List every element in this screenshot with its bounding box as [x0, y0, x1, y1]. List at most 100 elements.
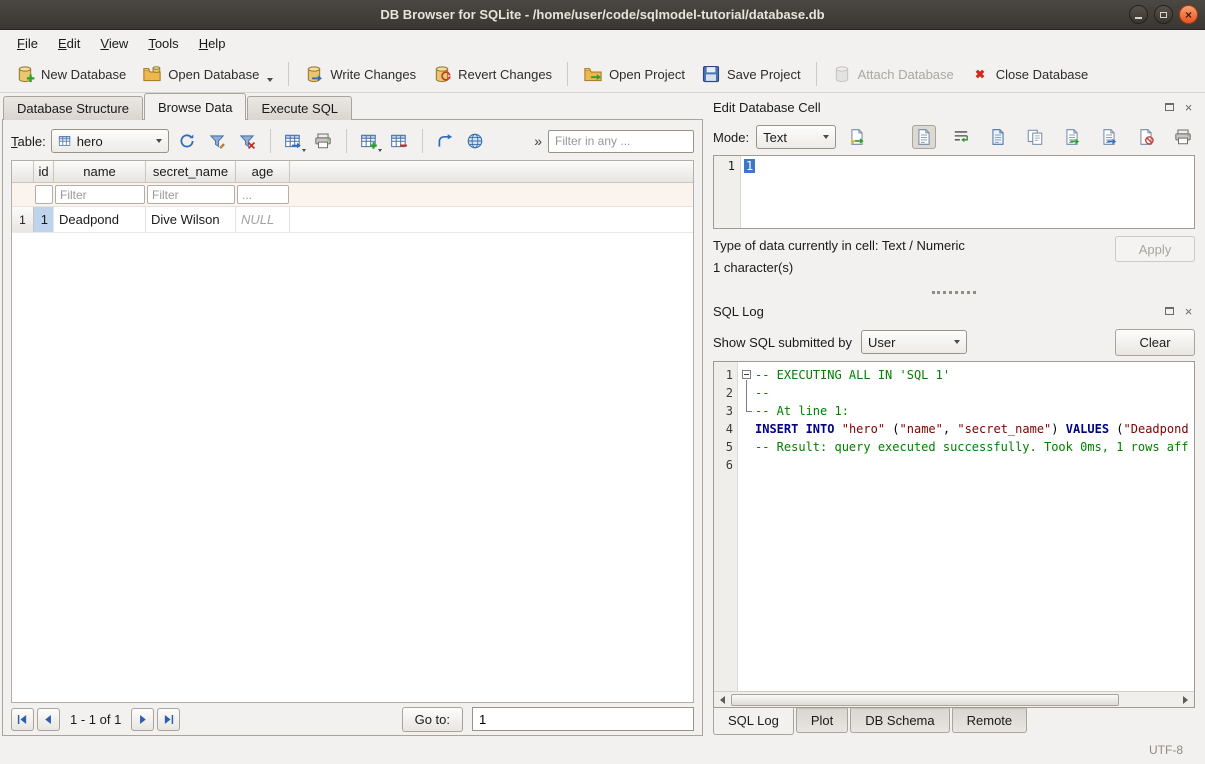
dock-tab-remote[interactable]: Remote — [952, 708, 1028, 733]
column-header-secret-name[interactable]: secret_name — [146, 161, 236, 182]
export-data-button[interactable] — [1097, 125, 1121, 149]
column-header-id[interactable]: id — [34, 161, 54, 182]
dock-tab-db-schema[interactable]: DB Schema — [850, 708, 949, 733]
close-dock-icon[interactable]: × — [1182, 101, 1195, 114]
encoding-button[interactable] — [462, 129, 489, 154]
grid-corner-button[interactable] — [12, 161, 34, 182]
edit-cell-toolbar: Mode: Text — [713, 119, 1195, 155]
clear-filters-button[interactable] — [234, 129, 261, 154]
fold-marker[interactable] — [738, 366, 755, 384]
log-horizontal-scrollbar[interactable] — [714, 691, 1194, 707]
import-data-icon — [1063, 128, 1081, 146]
next-record-button[interactable] — [131, 708, 154, 731]
export-table-button[interactable] — [280, 129, 307, 154]
menu-view[interactable]: View — [91, 32, 137, 55]
log-line-text: -- Result: query executed successfully. … — [755, 438, 1188, 456]
goto-button[interactable]: Go to: — [402, 707, 463, 732]
word-wrap-button[interactable] — [949, 125, 973, 149]
cell-id[interactable]: 1 — [34, 207, 54, 232]
close-window-button[interactable]: × — [1179, 5, 1198, 24]
column-header-age[interactable]: age — [236, 161, 290, 182]
print-button[interactable] — [310, 129, 337, 154]
dock-tab-sql-log[interactable]: SQL Log — [713, 708, 794, 735]
tab-database-structure[interactable]: Database Structure — [3, 96, 143, 120]
menu-file[interactable]: File — [8, 32, 47, 55]
table-row[interactable]: 11DeadpondDive WilsonNULL — [12, 207, 693, 233]
scroll-right-button[interactable] — [1178, 693, 1193, 707]
text-mode-button[interactable] — [912, 125, 936, 149]
new-database-button[interactable]: New Database — [8, 60, 133, 88]
mode-select[interactable]: Text — [756, 125, 836, 149]
first-record-button[interactable] — [11, 708, 34, 731]
column-filter-input-name[interactable] — [55, 185, 145, 204]
delete-record-button[interactable] — [386, 129, 413, 154]
sql-log-view[interactable]: 1-- EXECUTING ALL IN 'SQL 1'2--3-- At li… — [713, 361, 1195, 708]
copy-button[interactable] — [1023, 125, 1047, 149]
sql-log-line: 5-- Result: query executed successfully.… — [714, 438, 1194, 456]
write-changes-button[interactable]: Write Changes — [297, 60, 423, 88]
import-data-button[interactable] — [1060, 125, 1084, 149]
clear-log-button[interactable]: Clear — [1115, 329, 1195, 356]
editor-body[interactable]: 1 — [741, 156, 1194, 228]
previous-record-button[interactable] — [37, 708, 60, 731]
sql-log-scroll[interactable]: 1-- EXECUTING ALL IN 'SQL 1'2--3-- At li… — [714, 362, 1194, 691]
close-database-button[interactable]: Close Database — [963, 60, 1096, 88]
last-record-button[interactable] — [157, 708, 180, 731]
scrollbar-thumb[interactable] — [731, 694, 1119, 706]
open-file-button[interactable] — [986, 125, 1010, 149]
save-filter-button[interactable] — [204, 129, 231, 154]
toolbar-separator — [567, 62, 568, 86]
print-icon — [314, 132, 332, 150]
mode-select-value: Text — [763, 130, 787, 145]
apply-button[interactable]: Apply — [1115, 236, 1195, 262]
set-null-button[interactable] — [1134, 125, 1158, 149]
sql-source-value: User — [868, 335, 895, 350]
close-dock-icon[interactable]: × — [1182, 305, 1195, 318]
grid-filter-row — [12, 183, 693, 207]
open-database-button[interactable]: Open Database — [135, 60, 280, 88]
print-button[interactable] — [1171, 125, 1195, 149]
column-filter-input-id[interactable] — [35, 185, 53, 204]
cell-age[interactable]: NULL — [236, 207, 290, 232]
column-filter-input-age[interactable] — [237, 185, 289, 204]
table-select[interactable]: hero — [51, 129, 169, 153]
refresh-button[interactable] — [174, 129, 201, 154]
open-project-button[interactable]: Open Project — [576, 60, 692, 88]
new-record-button[interactable] — [356, 129, 383, 154]
filter-any-input[interactable] — [548, 130, 694, 153]
cell-name[interactable]: Deadpond — [54, 207, 146, 232]
dock-splitter[interactable] — [713, 285, 1195, 299]
arrow-left-icon — [720, 696, 725, 704]
menu-help[interactable]: Help — [190, 32, 235, 55]
dock-tab-plot[interactable]: Plot — [796, 708, 848, 733]
scroll-left-button[interactable] — [715, 693, 730, 707]
revert-changes-button[interactable]: Revert Changes — [425, 60, 559, 88]
cell-secret-name[interactable]: Dive Wilson — [146, 207, 236, 232]
toolbar-button-label: Open Project — [609, 67, 685, 82]
set-null-icon — [1137, 128, 1155, 146]
cell-editor[interactable]: 1 1 — [713, 155, 1195, 229]
goto-cell-button[interactable] — [432, 129, 459, 154]
menu-edit[interactable]: Edit — [49, 32, 89, 55]
import-from-file-button[interactable] — [843, 125, 870, 150]
sql-source-select[interactable]: User — [861, 330, 967, 354]
table-icon — [58, 134, 72, 148]
log-line-text: INSERT INTO "hero" ("name", "secret_name… — [755, 420, 1189, 438]
tab-browse-data[interactable]: Browse Data — [144, 93, 246, 120]
data-grid: idnamesecret_nameage 11DeadpondDive Wils… — [11, 160, 694, 703]
float-dock-icon[interactable] — [1163, 305, 1176, 318]
save-project-button[interactable]: Save Project — [694, 60, 808, 88]
goto-input[interactable] — [472, 707, 694, 731]
float-dock-icon[interactable] — [1163, 101, 1176, 114]
tab-execute-sql[interactable]: Execute SQL — [247, 96, 352, 120]
column-filter-input-secret-name[interactable] — [147, 185, 235, 204]
minimize-button[interactable] — [1129, 5, 1148, 24]
menu-tools[interactable]: Tools — [139, 32, 187, 55]
toolbar-overflow-chevron[interactable]: » — [534, 133, 542, 149]
export-data-icon — [1100, 128, 1118, 146]
maximize-button[interactable] — [1154, 5, 1173, 24]
row-number-header[interactable]: 1 — [12, 207, 34, 232]
titlebar[interactable]: DB Browser for SQLite - /home/user/code/… — [0, 0, 1205, 30]
column-header-name[interactable]: name — [54, 161, 146, 182]
fold-marker — [738, 402, 755, 420]
